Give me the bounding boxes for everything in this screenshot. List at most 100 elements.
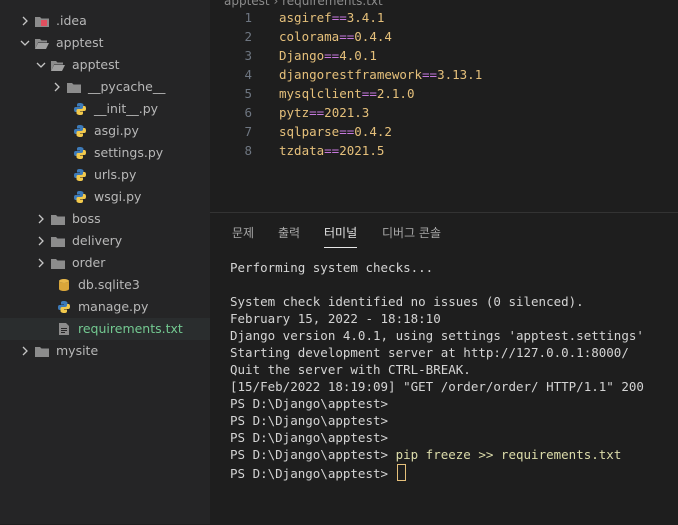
database-icon xyxy=(56,277,72,293)
package-version: 3.4.1 xyxy=(346,10,385,25)
code-line[interactable]: 5 mysqlclient==2.1.0 xyxy=(210,86,678,105)
tree-item-label: settings.py xyxy=(94,145,164,160)
version-operator: == xyxy=(309,105,325,120)
code-text: asgiref==3.4.1 xyxy=(279,10,384,25)
version-operator: == xyxy=(339,124,355,139)
tree-item-label: requirements.txt xyxy=(78,321,183,336)
chevron-right-icon[interactable] xyxy=(52,82,62,92)
folder-open-icon xyxy=(34,35,50,51)
package-name: tzdata xyxy=(279,143,325,158)
chevron-placeholder xyxy=(58,104,68,114)
code-line[interactable]: 2 colorama==0.4.4 xyxy=(210,29,678,48)
chevron-placeholder xyxy=(58,148,68,158)
folder-icon xyxy=(66,79,82,95)
tree-item-requirements-txt[interactable]: requirements.txt xyxy=(0,318,210,340)
code-line[interactable]: 7 sqlparse==0.4.2 xyxy=(210,124,678,143)
code-line[interactable]: 6 pytz==2021.3 xyxy=(210,105,678,124)
code-text: tzdata==2021.5 xyxy=(279,143,384,158)
line-number: 8 xyxy=(244,143,252,158)
tree-item-label: db.sqlite3 xyxy=(78,277,140,292)
chevron-right-icon[interactable] xyxy=(36,236,46,246)
breadcrumb: apptest › requirements.txt xyxy=(224,0,383,8)
line-number: 5 xyxy=(244,86,252,101)
code-line[interactable]: 1 asgiref==3.4.1 xyxy=(210,10,678,29)
code-text: colorama==0.4.4 xyxy=(279,29,392,44)
package-version: 0.4.4 xyxy=(354,29,392,44)
breadcrumb-file[interactable]: requirements.txt xyxy=(282,0,383,8)
folder-open-icon xyxy=(50,57,66,73)
package-version: 4.0.1 xyxy=(339,48,377,63)
bottom-panel: 문제 출력 터미널 디버그 콘솔 Performing system check… xyxy=(210,212,678,525)
tree-item-label: delivery xyxy=(72,233,123,248)
tree-item-order[interactable]: order xyxy=(0,252,210,274)
tree-item-label: mysite xyxy=(56,343,99,358)
line-number: 6 xyxy=(244,105,252,120)
line-number: 3 xyxy=(244,48,252,63)
terminal-command-line[interactable]: PS D:\Django\apptest> pip freeze >> requ… xyxy=(230,447,621,464)
tab-terminal[interactable]: 터미널 xyxy=(324,224,358,248)
chevron-down-icon[interactable] xyxy=(20,38,30,48)
tree-item-urls-py[interactable]: urls.py xyxy=(0,164,210,186)
tree-item-boss[interactable]: boss xyxy=(0,208,210,230)
chevron-right-icon[interactable] xyxy=(20,16,30,26)
tree-item-label: boss xyxy=(72,211,101,226)
tree-item-mysite[interactable]: mysite xyxy=(0,340,210,362)
tree-item-settings-py[interactable]: settings.py xyxy=(0,142,210,164)
code-text: djangorestframework==3.13.1 xyxy=(279,67,482,82)
terminal-line: PS D:\Django\apptest> xyxy=(230,430,389,445)
code-text: pytz==2021.3 xyxy=(279,105,369,120)
tree-item-idea[interactable]: .idea xyxy=(0,10,210,32)
terminal-input-line[interactable]: PS D:\Django\apptest> xyxy=(230,464,406,481)
tree-item-db-sqlite3[interactable]: db.sqlite3 xyxy=(0,274,210,296)
chevron-placeholder xyxy=(58,126,68,136)
tab-output[interactable]: 출력 xyxy=(278,224,300,248)
code-line[interactable]: 8 tzdata==2021.5 xyxy=(210,143,678,162)
code-line[interactable]: 3 Django==4.0.1 xyxy=(210,48,678,67)
chevron-down-icon[interactable] xyxy=(36,60,46,70)
tree-item-asgi-py[interactable]: asgi.py xyxy=(0,120,210,142)
tree-item-label: __init__.py xyxy=(94,101,159,116)
package-version: 2021.5 xyxy=(339,143,385,158)
tree-item-apptest[interactable]: apptest xyxy=(0,32,210,54)
chevron-placeholder xyxy=(58,192,68,202)
code-text: mysqlclient==2.1.0 xyxy=(279,86,415,101)
version-operator: == xyxy=(422,67,438,82)
version-operator: == xyxy=(324,48,340,63)
breadcrumb-separator-icon: › xyxy=(273,0,283,8)
tree-item-apptest[interactable]: apptest xyxy=(0,54,210,76)
terminal-prompt: PS D:\Django\apptest> xyxy=(230,447,389,462)
tree-item-label: manage.py xyxy=(78,299,149,314)
editor-area[interactable]: apptest › requirements.txt 1 asgiref==3.4… xyxy=(210,0,678,212)
terminal-line: Quit the server with CTRL-BREAK. xyxy=(230,362,471,377)
tree-item-label: .idea xyxy=(56,13,87,28)
tree-item-manage-py[interactable]: manage.py xyxy=(0,296,210,318)
tab-problems[interactable]: 문제 xyxy=(232,224,254,248)
terminal-line: [15/Feb/2022 18:19:09] "GET /order/order… xyxy=(230,379,644,394)
package-name: asgiref xyxy=(279,10,332,25)
code-line[interactable]: 4 djangorestframework==3.13.1 xyxy=(210,67,678,86)
explorer-sidebar: .idea apptest apptest __pycache__ __init__.p… xyxy=(0,0,210,524)
text-file-icon xyxy=(56,321,72,337)
python-file-icon xyxy=(72,101,88,117)
tree-item-pycache[interactable]: __pycache__ xyxy=(0,76,210,98)
version-operator: == xyxy=(339,29,355,44)
chevron-right-icon[interactable] xyxy=(20,346,30,356)
package-name: mysqlclient xyxy=(279,86,362,101)
code-text: Django==4.0.1 xyxy=(279,48,377,63)
package-version: 2021.3 xyxy=(324,105,370,120)
package-version: 0.4.2 xyxy=(354,124,392,139)
tree-item-wsgi-py[interactable]: wsgi.py xyxy=(0,186,210,208)
version-operator: == xyxy=(361,86,377,101)
tab-debug-console[interactable]: 디버그 콘솔 xyxy=(382,224,441,248)
chevron-right-icon[interactable] xyxy=(36,258,46,268)
python-file-icon xyxy=(56,299,72,315)
tree-item-init-py[interactable]: __init__.py xyxy=(0,98,210,120)
breadcrumb-folder[interactable]: apptest xyxy=(224,0,270,8)
tree-item-label: urls.py xyxy=(94,167,137,182)
terminal-line: February 15, 2022 - 18:18:10 xyxy=(230,311,441,326)
tree-item-delivery[interactable]: delivery xyxy=(0,230,210,252)
idea-folder-icon xyxy=(34,13,50,29)
chevron-right-icon[interactable] xyxy=(36,214,46,224)
chevron-placeholder xyxy=(58,170,68,180)
folder-icon xyxy=(34,343,50,359)
